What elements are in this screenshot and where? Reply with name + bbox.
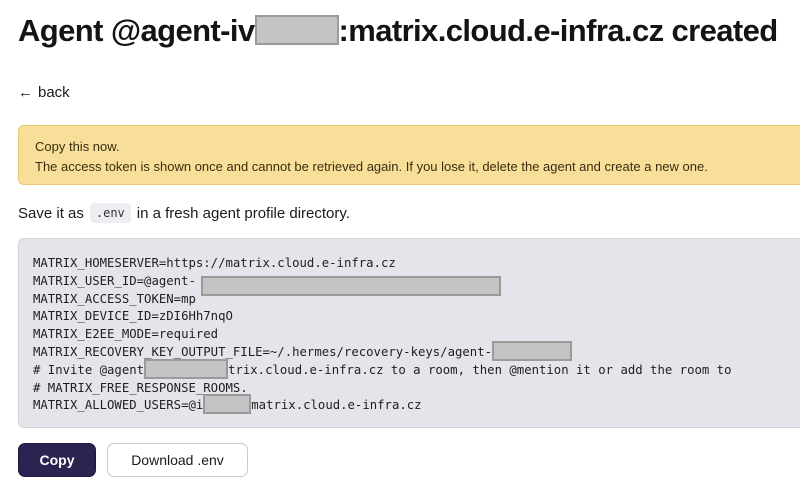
env-line-allowed-users: MATRIX_ALLOWED_USERS=@i matrix.cloud.e-in… xyxy=(33,394,800,415)
redacted-block xyxy=(254,14,339,45)
redacted-block xyxy=(203,394,252,415)
env-homeserver: MATRIX_HOMESERVER=https://matrix.cloud.e… xyxy=(33,256,396,270)
env-line-comment-2: # MATRIX_FREE_RESPONSE_ROOMS. xyxy=(33,380,800,398)
env-comment-2: # MATRIX_FREE_RESPONSE_ROOMS. xyxy=(33,380,248,395)
env-e2ee-mode: MATRIX_E2EE_MODE=required xyxy=(33,327,219,342)
title-suffix: :matrix.cloud.e-infra.cz created xyxy=(338,13,779,48)
env-access-token: MATRIX_ACCESS_TOKEN=mp xyxy=(33,291,196,306)
warning-banner: Copy this now. The access token is shown… xyxy=(18,125,800,185)
save-prefix: Save it as xyxy=(18,204,84,222)
env-device-id: MATRIX_DEVICE_ID=zDI6Hh7nqO xyxy=(33,309,233,324)
env-line-access-token: MATRIX_ACCESS_TOKEN=mp xyxy=(33,291,800,309)
env-filename: .env xyxy=(89,203,131,223)
env-allowed-users-suffix: matrix.cloud.e-infra.cz xyxy=(251,398,422,413)
save-instructions: Save it as .env in a fresh agent profile… xyxy=(18,203,350,223)
env-line-device-id: MATRIX_DEVICE_ID=zDI6Hh7nqO xyxy=(33,308,800,326)
env-recovery-key: MATRIX_RECOVERY_KEY_OUTPUT_FILE=~/.herme… xyxy=(33,344,493,359)
save-suffix: in a fresh agent profile directory. xyxy=(136,204,350,222)
env-line-e2ee-mode: MATRIX_E2EE_MODE=required xyxy=(33,326,800,344)
env-comment-1-prefix: # Invite @agent xyxy=(33,362,145,377)
arrow-left-icon: ← xyxy=(18,84,33,101)
env-comment-1-suffix: trix.cloud.e-infra.cz to a room, then @m… xyxy=(228,362,732,377)
warning-message: The access token is shown once and canno… xyxy=(35,159,708,174)
title-prefix: Agent @agent-iv xyxy=(18,13,255,48)
copy-button[interactable]: Copy xyxy=(18,443,96,477)
page-title: Agent @agent-iv :matrix.cloud.e-infra.cz … xyxy=(18,12,778,50)
env-user-id: MATRIX_USER_ID=@agent- xyxy=(33,273,196,288)
redacted-block xyxy=(492,340,573,361)
env-code-block[interactable]: MATRIX_HOMESERVER=https://matrix.cloud.e… xyxy=(18,238,800,428)
redacted-block xyxy=(144,358,229,379)
back-label: back xyxy=(38,84,70,101)
back-link[interactable]: ← back xyxy=(18,84,70,101)
env-line-comment-1: # Invite @agent trix.cloud.e-infra.cz to … xyxy=(33,358,800,380)
warning-heading: Copy this now. xyxy=(35,139,120,154)
env-line-user-id: MATRIX_USER_ID=@agent- xyxy=(33,273,800,296)
action-buttons: Copy Download .env xyxy=(18,443,248,477)
env-allowed-users-prefix: MATRIX_ALLOWED_USERS=@i xyxy=(33,398,204,413)
download-env-button[interactable]: Download .env xyxy=(107,443,248,477)
env-line-homeserver: MATRIX_HOMESERVER=https://matrix.cloud.e… xyxy=(33,255,800,273)
